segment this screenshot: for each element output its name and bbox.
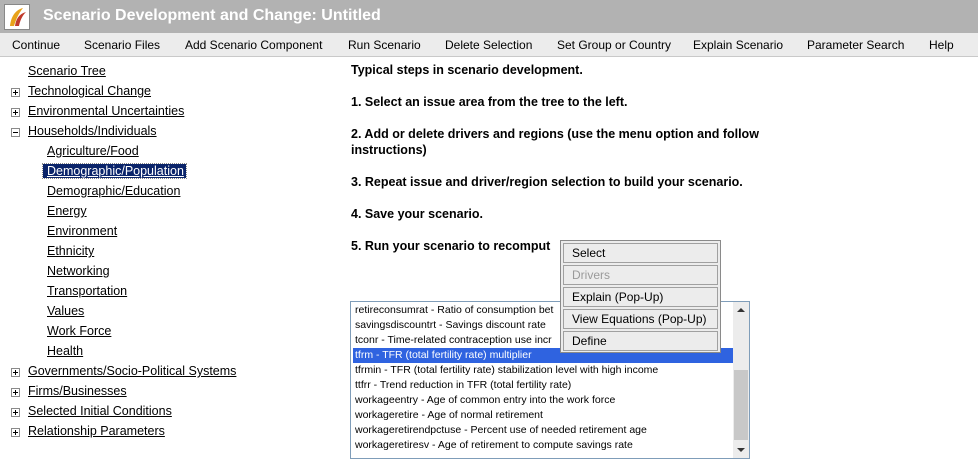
context-menu-select[interactable]: Select [563,243,718,263]
tree-item-label: Transportation [47,284,128,298]
tree-item-label: Values [47,304,85,318]
expand-plus-icon[interactable] [11,108,20,117]
tree-item-label: Firms/Businesses [28,384,127,398]
tree-item-demographic-population[interactable]: Demographic/Population [42,163,187,184]
context-menu-view-equations-popup[interactable]: View Equations (Pop-Up) [563,309,718,329]
menu-scenario-files[interactable]: Scenario Files [84,38,160,52]
tree-item-health[interactable]: Health [43,344,85,364]
expand-plus-icon[interactable] [11,428,20,437]
tree-root-label: Scenario Tree [28,64,106,78]
collapse-minus-icon[interactable] [11,128,20,137]
tree-item-environmental-uncertainties[interactable]: Environmental Uncertainties [24,104,186,124]
tree-item-label: Environmental Uncertainties [28,104,185,118]
tree-item-ethnicity[interactable]: Ethnicity [43,244,96,264]
tree-item-label: Energy [47,204,87,218]
tree-item-firms-businesses[interactable]: Firms/Businesses [24,384,129,404]
tree-item-households-individuals[interactable]: Households/Individuals [24,124,159,144]
tree-item-demographic-education[interactable]: Demographic/Education [43,184,182,204]
tree-item-label: Health [47,344,84,358]
tree-item-transportation[interactable]: Transportation [43,284,129,304]
tree-item-selected-initial-conditions[interactable]: Selected Initial Conditions [24,404,174,424]
menu-add-scenario-component[interactable]: Add Scenario Component [185,38,322,52]
tree-item-label: Agriculture/Food [47,144,139,158]
tree-item-governments[interactable]: Governments/Socio-Political Systems [24,364,238,384]
menu-delete-selection[interactable]: Delete Selection [445,38,532,52]
context-menu: Select Drivers Explain (Pop-Up) View Equ… [560,240,721,353]
tree-item-work-force[interactable]: Work Force [43,324,113,344]
tree-item-label: Environment [47,224,118,238]
instructions-step-5: 5. Run your scenario to recomput [351,239,551,253]
menu-explain-scenario[interactable]: Explain Scenario [693,38,783,52]
tree-root[interactable]: Scenario Tree [24,64,108,84]
list-item[interactable]: ttfrr - Trend reduction in TFR (total fe… [353,378,733,393]
tree-item-label: Governments/Socio-Political Systems [28,364,237,378]
tree-item-label: Selected Initial Conditions [28,404,172,418]
expand-plus-icon[interactable] [11,408,20,417]
expand-plus-icon[interactable] [11,368,20,377]
expand-plus-icon[interactable] [11,388,20,397]
tree-item-agriculture-food[interactable]: Agriculture/Food [43,144,141,164]
list-item[interactable]: workageentry - Age of common entry into … [353,393,733,408]
tree-item-label: Households/Individuals [28,124,157,138]
instructions-step-3: 3. Repeat issue and driver/region select… [351,175,743,189]
menu-run-scenario[interactable]: Run Scenario [348,38,421,52]
instructions-step-1: 1. Select an issue area from the tree to… [351,95,628,109]
menu-set-group-or-country[interactable]: Set Group or Country [557,38,671,52]
context-menu-explain-popup[interactable]: Explain (Pop-Up) [563,287,718,307]
tree-item-label: Relationship Parameters [28,424,165,438]
tree-item-label: Demographic/Education [47,184,181,198]
window-title: Scenario Development and Change: Untitle… [43,7,381,24]
list-item[interactable]: workageretiresv - Age of retirement to c… [353,438,733,453]
tree-item-values[interactable]: Values [43,304,86,324]
scroll-up-arrow-icon[interactable] [733,302,749,318]
context-menu-drivers: Drivers [563,265,718,285]
tree-item-label: Networking [47,264,110,278]
instructions-heading: Typical steps in scenario development. [351,63,583,77]
list-item[interactable]: tfrmin - TFR (total fertility rate) stab… [353,363,733,378]
menu-bar: Continue Scenario Files Add Scenario Com… [0,33,978,57]
expand-plus-icon[interactable] [11,88,20,97]
tree-item-technological-change[interactable]: Technological Change [24,84,153,104]
tree-item-networking[interactable]: Networking [43,264,112,284]
instructions-step-4: 4. Save your scenario. [351,207,484,221]
context-menu-define[interactable]: Define [563,331,718,351]
listbox-scrollbar[interactable] [733,302,749,458]
tree-item-energy[interactable]: Energy [43,204,89,224]
tree-item-label: Ethnicity [47,244,95,258]
tree-item-label: Work Force [47,324,112,338]
instructions-step-2: 2. Add or delete drivers and regions (us… [351,127,759,157]
menu-help[interactable]: Help [929,38,954,52]
scrollbar-thumb[interactable] [734,370,748,440]
tree-item-label-selected: Demographic/Population [42,163,187,179]
tree-item-relationship-parameters[interactable]: Relationship Parameters [24,424,167,444]
app-logo-icon [4,4,30,30]
title-bar: Scenario Development and Change: Untitle… [0,0,978,33]
list-item[interactable]: workageretire - Age of normal retirement [353,408,733,423]
menu-parameter-search[interactable]: Parameter Search [807,38,904,52]
menu-continue[interactable]: Continue [12,38,60,52]
scroll-down-arrow-icon[interactable] [733,442,749,458]
tree-item-environment[interactable]: Environment [43,224,119,244]
tree-item-label: Technological Change [28,84,152,98]
list-item[interactable]: workageretirendpctuse - Percent use of n… [353,423,733,438]
